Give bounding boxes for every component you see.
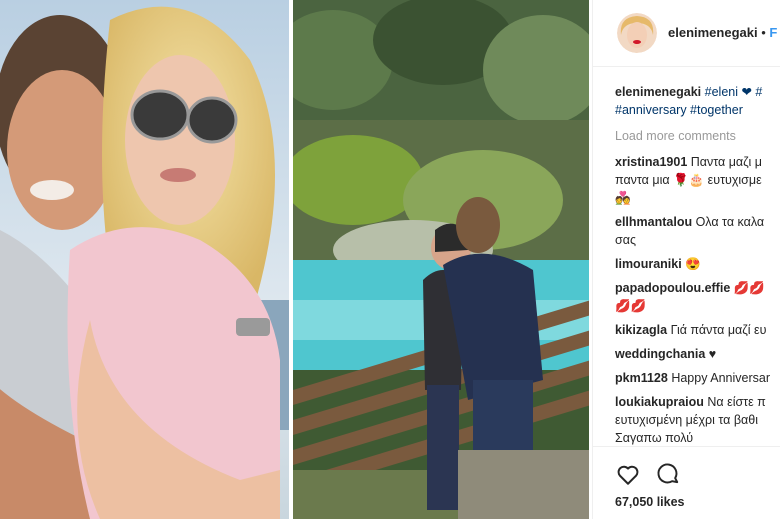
comment-username[interactable]: pkm1128	[615, 371, 668, 385]
comment-row: papadopoulou.effie 💋💋	[615, 280, 765, 297]
comment-text: Happy Anniversar	[671, 371, 770, 385]
comment-text-cont: 💋💋	[615, 299, 647, 313]
heart-icon[interactable]	[615, 461, 641, 487]
post-photo-left	[0, 0, 289, 519]
comment-username[interactable]: papadopoulou.effie	[615, 281, 730, 295]
comment-row: pkm1128 Happy Anniversar	[615, 370, 770, 387]
comment-text-cont: Σαγαπω πολύ	[615, 431, 694, 445]
comment-row: loukiakupraiou Να είστε π	[615, 394, 766, 411]
comment-username[interactable]: kikizagla	[615, 323, 667, 337]
comment-icon[interactable]	[655, 461, 681, 487]
header-separator: •	[761, 25, 766, 40]
comment-row: ellhmantalou Ολα τα καλα	[615, 214, 764, 231]
comment-text: 😍	[685, 257, 701, 271]
comment-text: 💋💋	[733, 281, 765, 295]
comment-text-cont: σας	[615, 233, 636, 247]
follow-button[interactable]: F	[769, 25, 777, 40]
comment-username[interactable]: loukiakupraiou	[615, 395, 704, 409]
header-username-text[interactable]: elenimenegaki	[668, 25, 758, 40]
caption-hashtags[interactable]: #eleni ❤ #	[705, 85, 763, 99]
avatar[interactable]	[617, 13, 657, 53]
comment-row: kikizagla Γιά πάντα μαζί ευ	[615, 322, 766, 339]
post-header: elenimenegaki • F	[593, 0, 780, 67]
load-more-comments[interactable]: Load more comments	[615, 128, 736, 145]
load-more-label[interactable]: Load more comments	[615, 129, 736, 143]
likes-count[interactable]: 67,050 likes	[615, 495, 685, 509]
comment-username[interactable]: weddingchania	[615, 347, 705, 361]
caption-username[interactable]: elenimenegaki	[615, 85, 701, 99]
comment-username[interactable]: ellhmantalou	[615, 215, 692, 229]
comment-text: Να είστε π	[707, 395, 766, 409]
comment-text: ♥	[708, 347, 717, 361]
comment-row: weddingchania ♥	[615, 346, 716, 363]
caption-hashtags-2[interactable]: #anniversary #together	[615, 103, 743, 117]
comment-text: Ολα τα καλα	[695, 215, 765, 229]
comment-text-cont: παντα μια 🌹🎂 ευτυχισμε	[615, 173, 762, 187]
header-username[interactable]: elenimenegaki • F	[668, 25, 777, 40]
instagram-post-panel: elenimenegaki • F elenimenegaki #eleni ❤…	[592, 0, 780, 519]
comment-username[interactable]: limouraniki	[615, 257, 682, 271]
post-actions: 67,050 likes	[593, 446, 780, 520]
caption-line-1: elenimenegaki #eleni ❤ #	[615, 84, 762, 101]
comment-text: Παντα μαζι μ	[690, 155, 762, 169]
comment-text-cont: 💑	[615, 191, 631, 205]
comment-text: Γιά πάντα μαζί ευ	[670, 323, 767, 337]
post-photo-right	[293, 0, 591, 519]
comment-row: limouraniki 😍	[615, 256, 701, 273]
couple-hug-image	[293, 0, 591, 519]
comment-username[interactable]: xristina1901	[615, 155, 687, 169]
caption-line-2: #anniversary #together	[615, 102, 743, 119]
couple-selfie-image	[0, 0, 289, 519]
comment-row: xristina1901 Παντα μαζι μ	[615, 154, 762, 171]
comment-text-cont: ευτυχισμένη μέχρι τα βαθι	[615, 413, 758, 427]
